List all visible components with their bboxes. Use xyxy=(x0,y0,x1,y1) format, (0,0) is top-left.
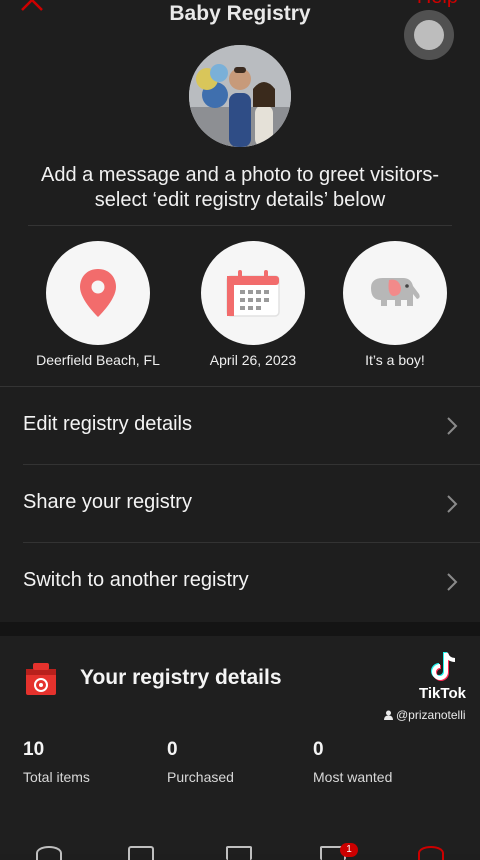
most-wanted-count: 0 xyxy=(313,739,324,760)
purchased-label: Purchased xyxy=(167,769,234,785)
help-link[interactable]: Help xyxy=(417,0,458,9)
tab-categories-icon[interactable] xyxy=(128,846,154,860)
location-detail[interactable]: Deerfield Beach, FL xyxy=(18,241,178,368)
tab-home-icon[interactable] xyxy=(36,846,62,860)
share-registry-row[interactable]: Share your registry xyxy=(0,465,480,543)
handle-text: @prizanotelli xyxy=(396,708,466,722)
registry-photo[interactable] xyxy=(189,45,291,147)
gender-circle xyxy=(343,241,447,345)
tab-account-icon[interactable] xyxy=(418,846,444,860)
gender-detail[interactable]: It’s a boy! xyxy=(315,241,475,368)
switch-registry-row[interactable]: Switch to another registry xyxy=(0,543,480,621)
section-gap xyxy=(0,622,480,636)
user-icon xyxy=(384,710,393,720)
total-items-count: 10 xyxy=(23,739,45,760)
greeting-message: Add a message and a photo to greet visit… xyxy=(20,163,460,213)
date-detail[interactable]: April 26, 2023 xyxy=(173,241,333,368)
location-pin-icon xyxy=(80,269,116,317)
tiktok-wordmark: TikTok xyxy=(419,685,466,702)
menu-label: Edit registry details xyxy=(23,413,192,435)
calendar-icon xyxy=(226,270,280,317)
location-circle xyxy=(46,241,150,345)
chevron-right-icon xyxy=(447,495,458,513)
tab-deals-icon[interactable] xyxy=(226,846,252,860)
gender-label: It’s a boy! xyxy=(365,352,425,368)
menu-label: Switch to another registry xyxy=(23,569,249,591)
tiktok-handle: @prizanotelli xyxy=(384,708,466,722)
edit-registry-details-row[interactable]: Edit registry details xyxy=(0,387,480,465)
date-label: April 26, 2023 xyxy=(209,352,297,368)
purchased-count: 0 xyxy=(167,739,178,760)
total-items-label: Total items xyxy=(23,769,90,785)
date-circle xyxy=(201,241,305,345)
tiktok-logo-icon xyxy=(431,652,456,681)
couple-photo-icon xyxy=(189,45,291,147)
registry-gift-icon xyxy=(26,663,56,695)
chevron-right-icon xyxy=(447,573,458,591)
cart-badge: 1 xyxy=(340,843,358,857)
divider xyxy=(28,225,452,226)
menu-label: Share your registry xyxy=(23,491,192,513)
greeting-line-1: Add a message and a photo to greet visit… xyxy=(40,164,439,186)
elephant-icon xyxy=(371,278,420,306)
section-title: Your registry details xyxy=(80,666,282,689)
most-wanted-label: Most wanted xyxy=(313,769,393,785)
chevron-right-icon xyxy=(447,417,458,435)
assistive-touch-button[interactable] xyxy=(404,10,454,60)
greeting-line-2: select ‘edit registry details’ below xyxy=(94,189,386,211)
location-label: Deerfield Beach, FL xyxy=(36,352,160,368)
